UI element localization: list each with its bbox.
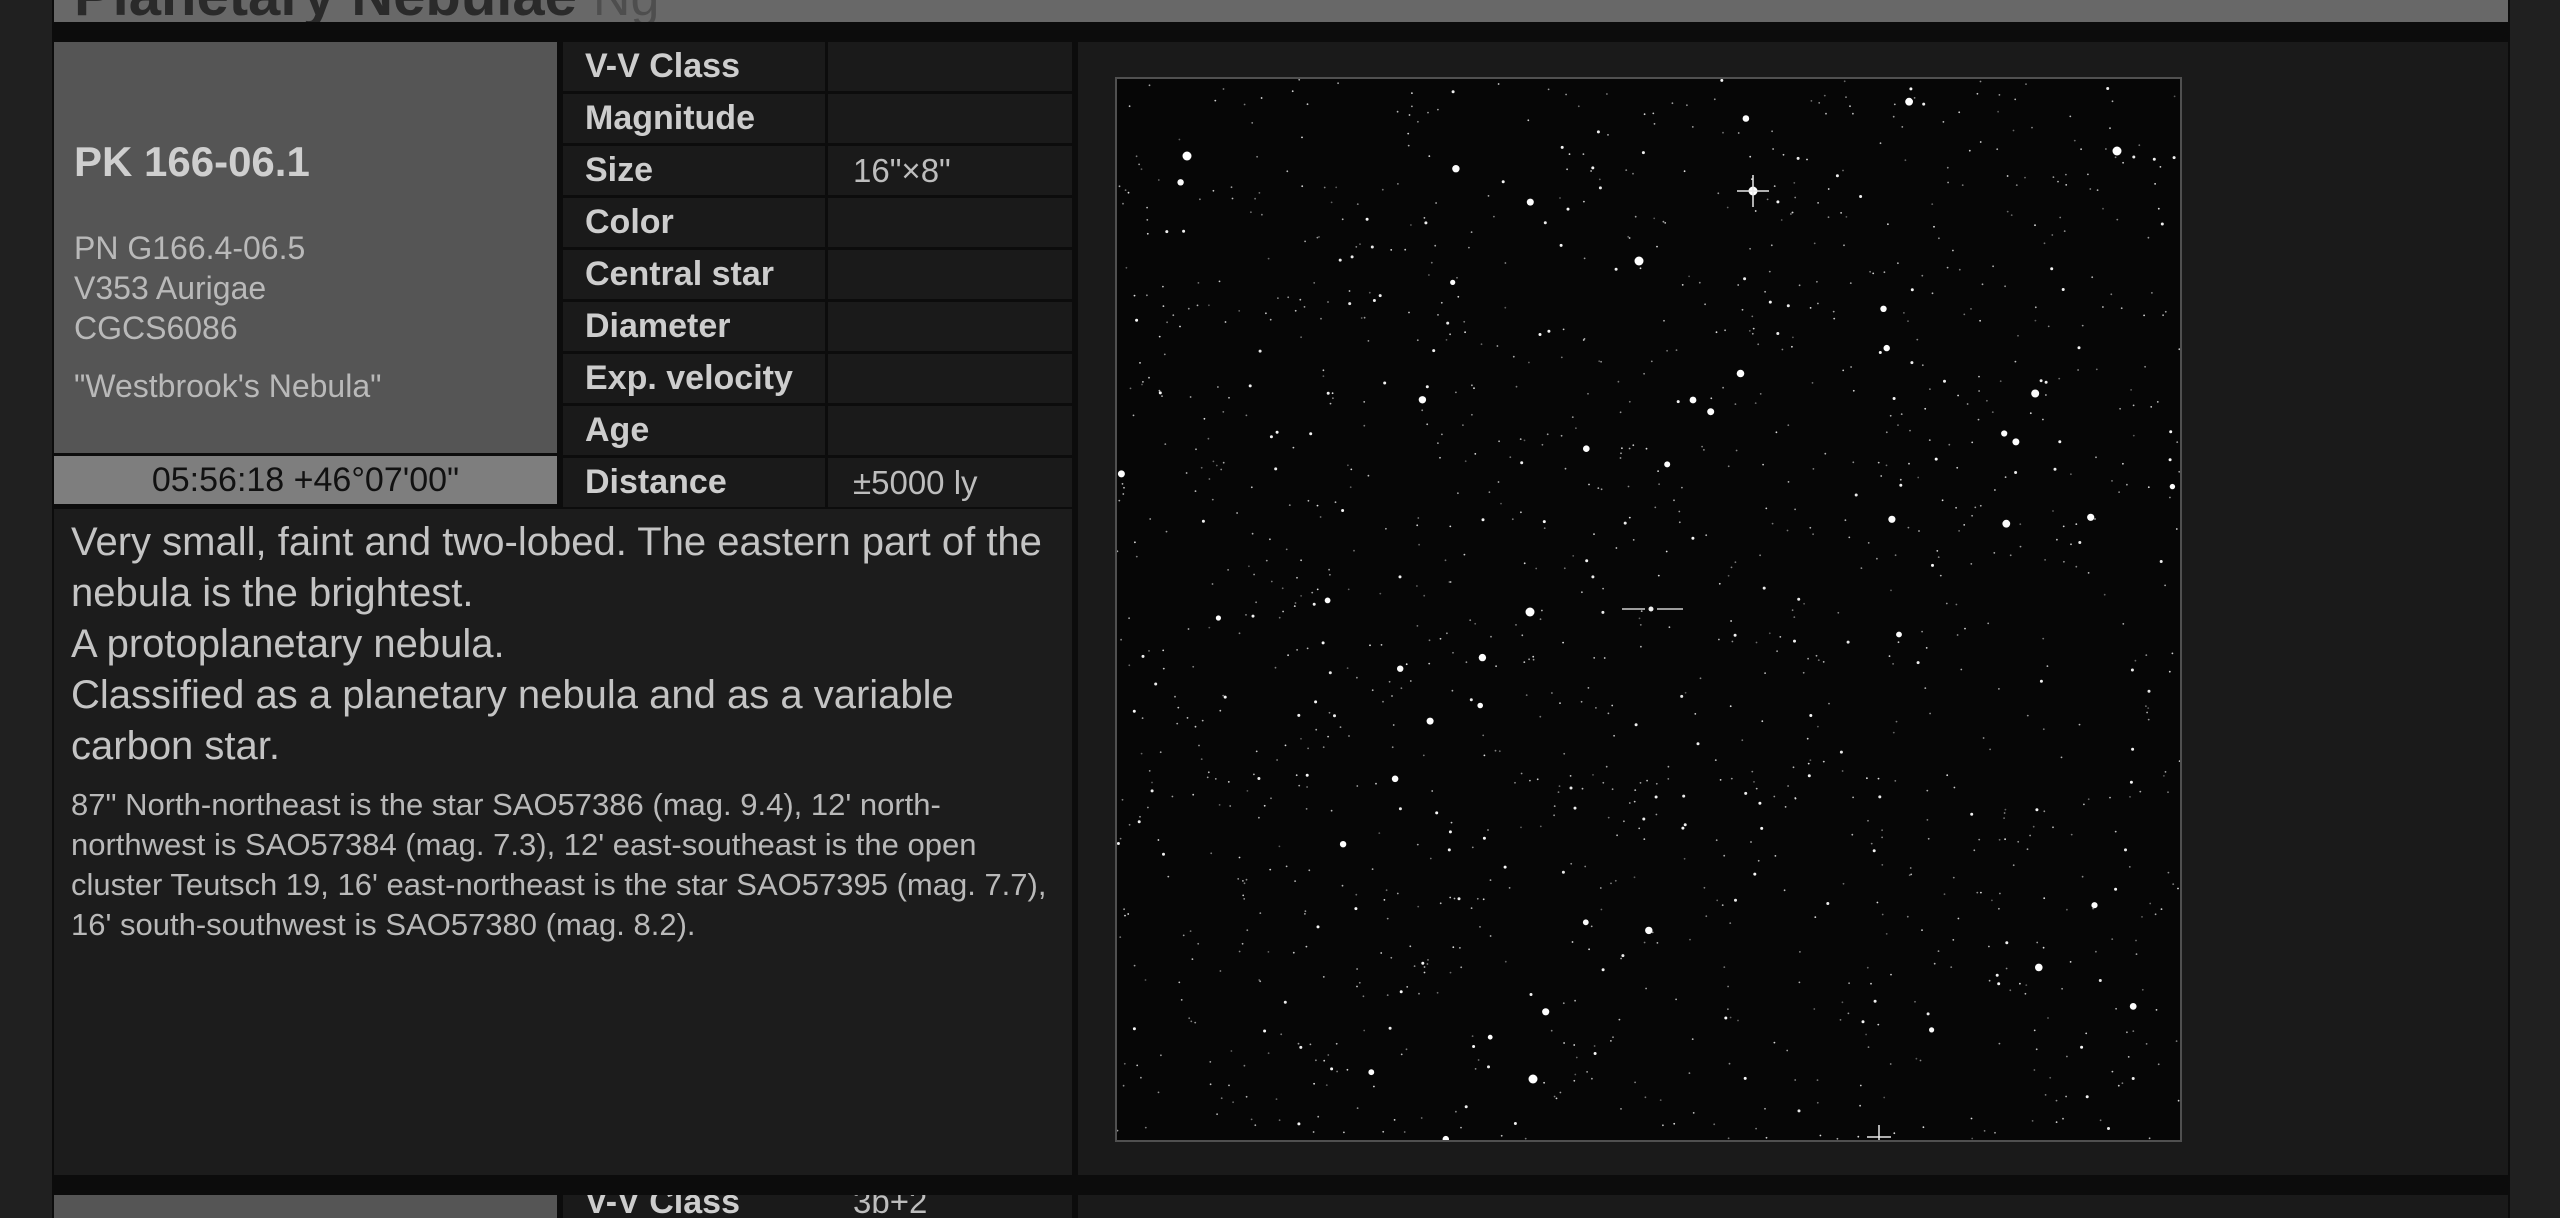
property-label: Magnitude xyxy=(563,94,828,143)
property-value xyxy=(831,42,1072,91)
object-alias: PN G166.4-06.5 xyxy=(74,230,306,266)
description-line: Classified as a planetary nebula and as … xyxy=(71,673,954,768)
property-label: Color xyxy=(563,198,828,247)
property-value xyxy=(831,302,1072,351)
description-main: Very small, faint and two-lobed. The eas… xyxy=(71,517,1071,772)
property-label: Distance xyxy=(563,458,828,507)
property-label: Central star xyxy=(563,250,828,299)
description-line: A protoplanetary nebula. xyxy=(71,622,505,666)
description-notes: 87" North-northeast is the star SAO57386… xyxy=(71,787,1047,942)
property-value xyxy=(831,354,1072,403)
property-label: Age xyxy=(563,406,828,455)
object-coordinates: 05:56:18 +46°07'00" xyxy=(54,456,557,504)
section-header: Planetary Nebulae Ng xyxy=(54,0,2508,22)
property-row: Diameter xyxy=(563,302,1072,351)
next-properties-table: V-V Class 3b+2 xyxy=(563,1195,1072,1218)
property-row: Age xyxy=(563,406,1072,455)
description-panel: Very small, faint and two-lobed. The eas… xyxy=(54,509,1072,1175)
object-id-box: PK 166-06.1 PN G166.4-06.5 V353 Aurigae … xyxy=(54,42,557,453)
property-row: Magnitude xyxy=(563,94,1072,143)
property-row: Distance ±5000 ly xyxy=(563,458,1072,507)
property-value xyxy=(831,198,1072,247)
right-margin xyxy=(2510,0,2560,1218)
object-name: PK 166-06.1 xyxy=(74,138,310,185)
property-label: Exp. velocity xyxy=(563,354,828,403)
image-panel xyxy=(1078,42,2508,1175)
property-label: V-V Class xyxy=(563,42,828,91)
property-row: Central star xyxy=(563,250,1072,299)
property-value xyxy=(831,406,1072,455)
object-alias: CGCS6086 xyxy=(74,310,238,346)
object-alias: V353 Aurigae xyxy=(74,270,267,306)
description-line: Very small, faint and two-lobed. The eas… xyxy=(71,520,1042,615)
property-label: Size xyxy=(563,146,828,195)
star-field-photo xyxy=(1115,77,2182,1142)
section-title: Planetary Nebulae Ng xyxy=(74,0,659,22)
property-row: Size 16"×8" xyxy=(563,146,1072,195)
left-margin xyxy=(0,0,52,1218)
property-value: 3b+2 xyxy=(853,1195,928,1218)
property-row: V-V Class xyxy=(563,42,1072,91)
next-image-panel xyxy=(1078,1195,2508,1218)
property-row: Color xyxy=(563,198,1072,247)
property-value: ±5000 ly xyxy=(853,463,978,501)
star-field-image xyxy=(1117,79,2180,1140)
object-nickname: "Westbrook's Nebula" xyxy=(74,368,382,404)
section-subtitle: Ng xyxy=(593,0,659,22)
next-object-id-box xyxy=(54,1195,557,1218)
property-value: 16"×8" xyxy=(853,151,951,189)
section-title-text: Planetary Nebulae xyxy=(74,0,577,22)
property-label: V-V Class xyxy=(585,1195,740,1218)
property-row: Exp. velocity xyxy=(563,354,1072,403)
property-label: Diameter xyxy=(563,302,828,351)
property-value xyxy=(831,94,1072,143)
property-value xyxy=(831,250,1072,299)
